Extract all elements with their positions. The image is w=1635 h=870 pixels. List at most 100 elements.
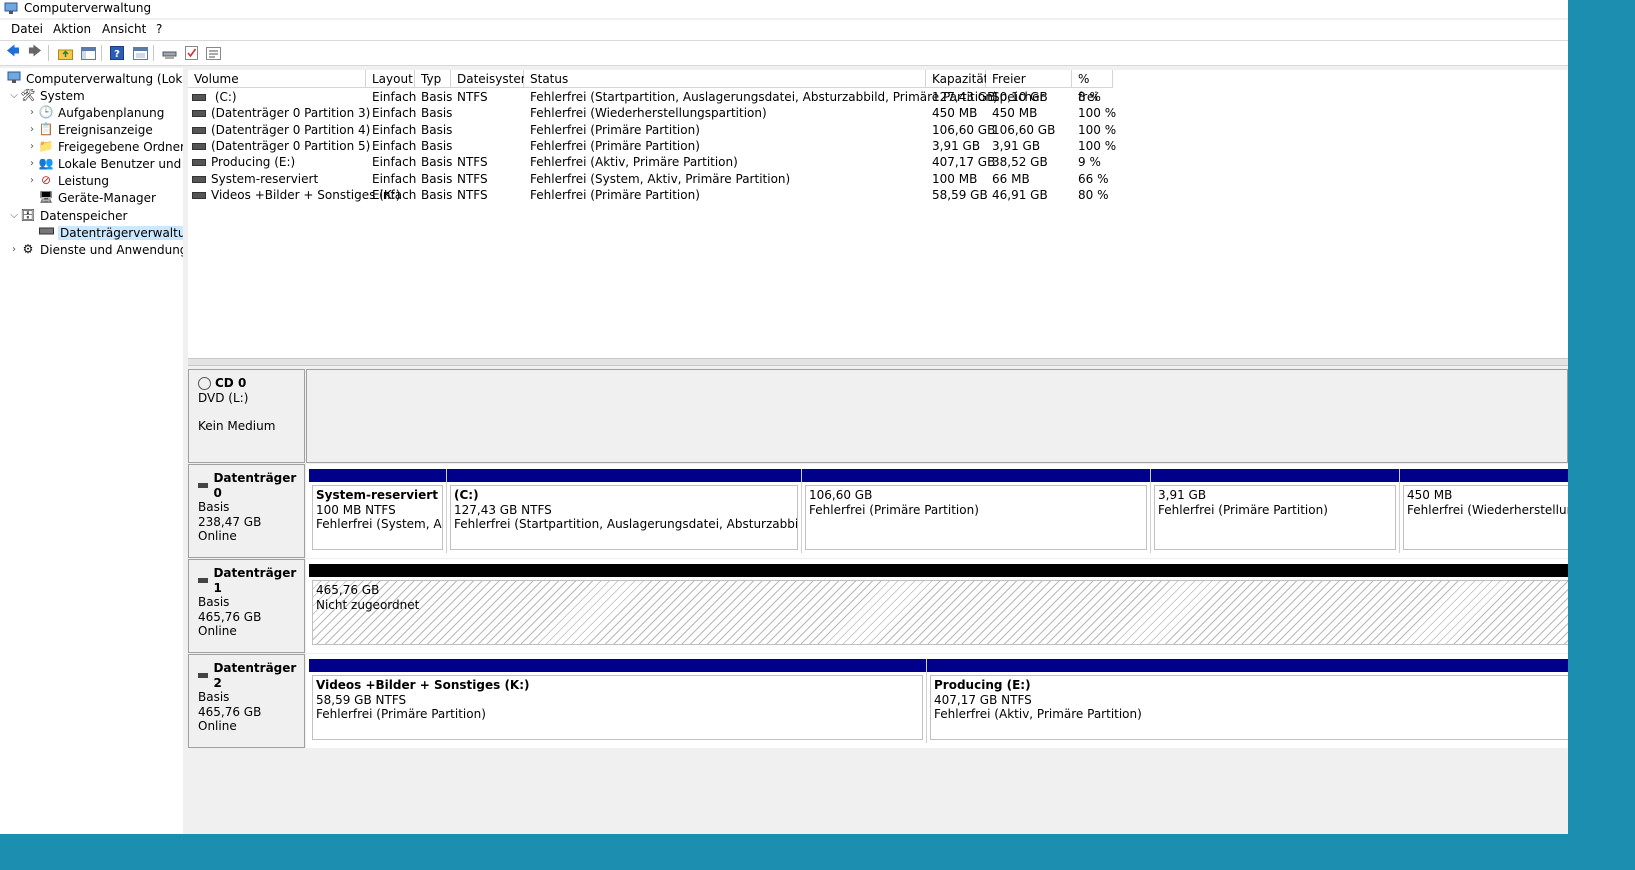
cell-volume: (Datenträger 0 Partition 3) (192, 105, 370, 121)
cell-volume: System-reserviert (192, 171, 318, 187)
tree-item-datentraegerverwaltung[interactable]: Datenträgerverwaltung (26, 224, 183, 241)
table-row[interactable]: (Datenträger 0 Partition 3) Einfach Basis F… (188, 105, 1118, 121)
chevron-down-icon[interactable]: ⌵ (8, 210, 20, 221)
tree-item-dienste[interactable]: › ⚙ Dienste und Anwendungen (8, 241, 183, 258)
window-title: Computerverwaltung (24, 1, 152, 15)
cell-kapazitaet: 100 MB (932, 171, 978, 186)
menu-datei[interactable]: Datei (11, 22, 43, 36)
chevron-right-icon[interactable]: › (26, 175, 38, 186)
cell-prozent-frei: 80 % (1078, 187, 1109, 202)
tree-item-aufgabenplanung[interactable]: › 🕒 Aufgabenplanung (26, 104, 164, 121)
tree-item-leistung[interactable]: › ⊘ Leistung (26, 172, 109, 189)
tree-item-geraete-manager[interactable]: 🖥 Geräte-Manager (26, 189, 156, 206)
back-icon[interactable]: 🡄 (5, 44, 21, 61)
column-header-freier-speicher[interactable]: Freier Speicher (986, 70, 1072, 104)
disk-label-disk0[interactable]: Datenträger 0 Basis 238,47 GB Online (188, 464, 305, 558)
table-row[interactable]: (Datenträger 0 Partition 4) Einfach Basis F… (188, 122, 1118, 138)
partition-5[interactable]: 3,91 GB Fehlerfrei (Primäre Partition) (1151, 469, 1400, 553)
chevron-right-icon[interactable]: › (8, 244, 20, 255)
column-header-prozent-frei[interactable]: % frei (1072, 70, 1113, 104)
up-folder-icon[interactable] (57, 45, 73, 61)
disk-size: 465,76 GB (198, 609, 262, 624)
cell-freier-speicher: 106,60 GB (992, 122, 1056, 137)
column-header-volume[interactable]: Volume (188, 70, 366, 88)
connect-icon[interactable] (161, 45, 177, 61)
toolbar: 🡄 🡆 ? (0, 41, 1568, 66)
menu-help[interactable]: ? (156, 22, 162, 36)
tree-item-ereignisanzeige[interactable]: › 📋 Ereignisanzeige (26, 121, 153, 138)
disk-name: Datenträger 1 (213, 566, 297, 595)
partition-c[interactable]: (C:) 127,43 GB NTFS Fehlerfrei (Startpar… (447, 469, 802, 553)
disk-type: Basis (198, 595, 230, 609)
column-header-layout[interactable]: Layout (366, 70, 415, 88)
column-header-typ[interactable]: Typ (415, 70, 451, 88)
disk-icon (198, 578, 209, 583)
performance-icon: ⊘ (40, 173, 52, 187)
partition-bar (447, 469, 801, 482)
cell-typ: Basis (421, 138, 453, 153)
table-row[interactable]: (Datenträger 0 Partition 5) Einfach Basis F… (188, 138, 1118, 154)
partition-unallocated[interactable]: 465,76 GB Nicht zugeordnet (309, 564, 1568, 648)
disk-name: Datenträger 0 (213, 471, 297, 500)
disk-label-disk1[interactable]: Datenträger 1 Basis 465,76 GB Online (188, 559, 305, 653)
partition-e[interactable]: Producing (E:) 407,17 GB NTFS Fehlerfrei… (927, 659, 1568, 743)
menu-ansicht[interactable]: Ansicht (102, 22, 146, 36)
table-row[interactable]: System-reserviert Einfach Basis NTFS Fehlerf… (188, 171, 1118, 187)
tree-item-datenspeicher[interactable]: ⌵ 🗄 Datenspeicher (8, 207, 127, 224)
cell-kapazitaet: 3,91 GB (932, 138, 981, 153)
list-icon[interactable] (205, 45, 221, 61)
tree-item-lokale-benutzer[interactable]: › 👥 Lokale Benutzer und Gru (26, 155, 183, 172)
disk-state: Online (198, 719, 237, 733)
cell-freier-speicher: 66 MB (992, 171, 1030, 186)
users-icon: 👥 (38, 156, 54, 170)
cell-layout: Einfach (372, 106, 417, 121)
volume-list: Volume Layout Typ Dateisystem Status Kap… (188, 70, 1568, 358)
partition-4[interactable]: 106,60 GB Fehlerfrei (Primäre Partition) (802, 469, 1151, 553)
console-tree-icon[interactable] (80, 45, 96, 61)
table-row[interactable]: Videos +Bilder + Sonstiges (K:) Einfach Ba… (188, 187, 1118, 203)
volume-icon (192, 110, 206, 118)
title-bar: Computerverwaltung (0, 0, 1568, 18)
column-header-kapazitaet[interactable]: Kapazität (926, 70, 988, 88)
chevron-down-icon[interactable]: ⌵ (8, 90, 20, 101)
chevron-right-icon[interactable]: › (26, 107, 38, 118)
tree-item-freigegebene-ordner[interactable]: › 📁 Freigegebene Ordner (26, 138, 183, 155)
cell-prozent-frei: 100 % (1078, 106, 1117, 121)
toolbar-separator (48, 45, 49, 61)
services-icon: ⚙ (22, 242, 34, 256)
cell-status: Fehlerfrei (Primäre Partition) (530, 122, 700, 137)
cell-typ: Basis (421, 155, 453, 170)
disk-name: CD 0 (215, 376, 247, 390)
menu-bar: Datei Aktion Ansicht ? (0, 20, 1568, 41)
disk-label-cd0[interactable]: CD 0 DVD (L:) Kein Medium (188, 369, 305, 463)
partition-system-reserviert[interactable]: System-reserviert 100 MB NTFS Fehlerfrei… (309, 469, 447, 553)
column-header-dateisystem[interactable]: Dateisystem (451, 70, 532, 88)
tree-item-root[interactable]: Computerverwaltung (Lokal) (6, 70, 183, 87)
column-header-status[interactable]: Status (524, 70, 926, 88)
disk-area-disk0: System-reserviert 100 MB NTFS Fehlerfrei… (306, 464, 1568, 558)
forward-icon[interactable]: 🡆 (27, 44, 43, 61)
horizontal-splitter[interactable] (188, 358, 1568, 366)
disk-label-disk2[interactable]: Datenträger 2 Basis 465,76 GB Online (188, 654, 305, 748)
chevron-right-icon[interactable]: › (26, 158, 38, 169)
partition-3[interactable]: 450 MB Fehlerfrei (Wiederherstellungspa (1400, 469, 1568, 553)
cell-prozent-frei: 8 % (1078, 90, 1101, 104)
cell-layout: Einfach (372, 122, 417, 137)
disk-size: 465,76 GB (198, 704, 262, 719)
check-icon[interactable] (183, 45, 199, 61)
cell-volume: Producing (E:) (192, 154, 295, 170)
help-icon[interactable]: ? (109, 45, 125, 61)
menu-aktion[interactable]: Aktion (53, 22, 91, 36)
cell-prozent-frei: 9 % (1078, 155, 1101, 170)
table-row[interactable]: (C:) Einfach Basis NTFS Fehlerfrei (Startpar… (188, 89, 1118, 105)
cell-kapazitaet: 127,43 GB (932, 90, 996, 104)
tree-item-system[interactable]: ⌵ 🛠 System (8, 87, 85, 104)
cell-freier-speicher: 450 MB (992, 106, 1038, 121)
pane-splitter[interactable] (183, 68, 187, 834)
disk-management-icon (38, 225, 54, 240)
partition-k[interactable]: Videos +Bilder + Sonstiges (K:) 58,59 GB… (309, 659, 927, 743)
chevron-right-icon[interactable]: › (26, 124, 38, 135)
chevron-right-icon[interactable]: › (26, 141, 38, 152)
properties-icon[interactable] (132, 45, 148, 61)
table-row[interactable]: Producing (E:) Einfach Basis NTFS Fehlerfrei… (188, 154, 1118, 170)
